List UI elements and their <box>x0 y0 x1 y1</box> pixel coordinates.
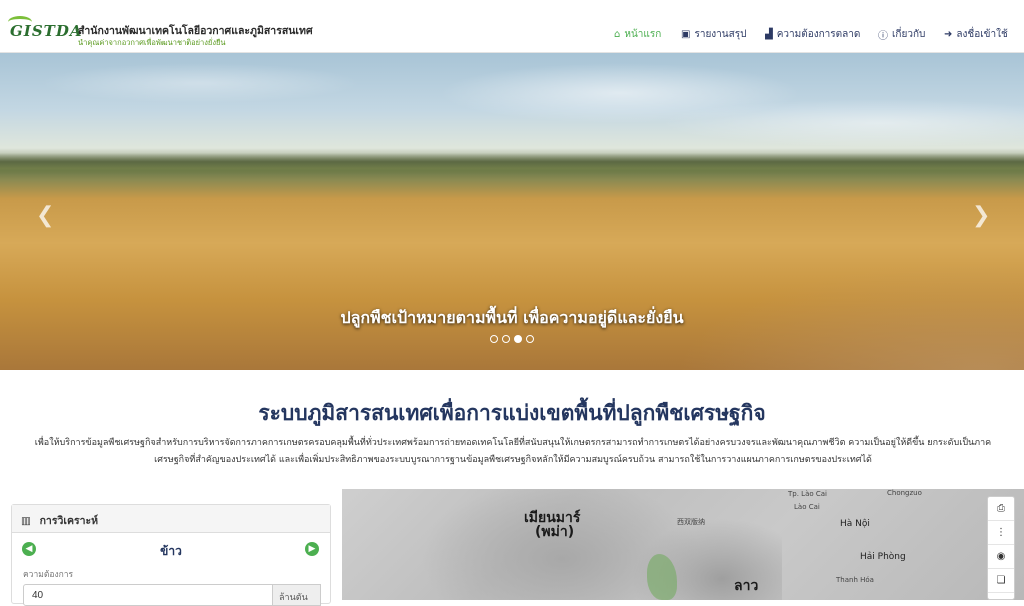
page-headline: ระบบภูมิสารสนเทศเพื่อการแบ่งเขตพื้นที่ปล… <box>258 401 766 425</box>
chevron-left-icon: ❮ <box>36 203 55 228</box>
map-label-burma: (พม่า) <box>535 524 575 540</box>
nav-home[interactable]: ⌂ หน้าแรก <box>614 27 661 41</box>
nav-sign-in-label: ลงชื่อเข้าใช้ <box>956 28 1008 40</box>
demand-unit: ล้านตัน <box>273 584 321 606</box>
info-icon: ⓘ <box>878 30 888 42</box>
sign-in-icon: ➜ <box>944 28 953 40</box>
carousel-dot-3[interactable] <box>514 335 522 343</box>
map-label-haiphong: Hải Phòng <box>860 552 906 562</box>
more-button[interactable]: ⋮ <box>988 521 1014 545</box>
home-icon: ⌂ <box>614 28 621 40</box>
carousel-prev-button[interactable]: ❮ <box>36 203 54 228</box>
hero-sky <box>0 53 1024 163</box>
bar-chart-icon: ▥ <box>21 515 31 527</box>
map-view[interactable]: เมียนมาร์ (พม่า) ลาว Hà Nội Hải Phòng Th… <box>342 489 1024 600</box>
visibility-button[interactable]: ◉ <box>988 545 1014 569</box>
crop-prev-button[interactable]: ◀ <box>22 542 36 556</box>
more-icon: ⋮ <box>996 527 1006 538</box>
map-land <box>382 489 782 600</box>
hero-dirt-road <box>560 203 1024 370</box>
nav-about-label: เกี่ยวกับ <box>892 28 926 40</box>
nav-market[interactable]: ▟ ความต้องการตลาด <box>765 27 860 41</box>
top-navbar: GISTDA สำนักงานพัฒนาเทคโนโลยีอวกาศและภูม… <box>0 0 1024 53</box>
crop-next-button[interactable]: ▶ <box>305 542 319 556</box>
page-description: เพื่อให้บริการข้อมูลพืชเศรษฐกิจสำหรับการ… <box>34 438 992 465</box>
gistda-logo[interactable]: GISTDA <box>8 16 82 40</box>
nav-report[interactable]: ▣ รายงานสรุป <box>681 27 746 41</box>
analysis-panel-header: ▥ การวิเคราะห์ <box>12 505 330 533</box>
map-label-xishuangbanna: 西双版纳 <box>677 518 705 526</box>
arrow-right-icon: ▶ <box>308 544 316 554</box>
nav-about[interactable]: ⓘ เกี่ยวกับ <box>878 27 926 42</box>
chart-icon: ▟ <box>765 28 773 40</box>
map-label-tp-laocai: Tp. Lào Cai <box>788 490 827 498</box>
carousel-dot-2[interactable] <box>502 335 510 343</box>
map-label-chongzuo: Chongzuo <box>887 489 922 497</box>
analysis-title: การวิเคราะห์ <box>39 515 99 527</box>
nav-home-label: หน้าแรก <box>624 28 662 40</box>
map-label-laocai: Lào Cai <box>794 503 820 511</box>
carousel-indicators <box>490 335 534 343</box>
eye-icon: ◉ <box>996 551 1006 562</box>
nav-report-label: รายงานสรุป <box>694 28 747 40</box>
map-toolbar: ⎙ ⋮ ◉ ❏ <box>987 496 1015 600</box>
report-icon: ▣ <box>681 28 691 40</box>
demand-label: ความต้องการ <box>23 570 74 580</box>
nav-market-label: ความต้องการตลาด <box>776 28 861 40</box>
logo-swoosh-icon <box>8 16 32 28</box>
map-label-laos: ลาว <box>734 578 759 594</box>
crop-selector: ข้าว ◀ ▶ <box>22 542 320 558</box>
hero-caption: ปลูกพืชเป้าหมายตามพื้นที่ เพื่อความอยู่ด… <box>340 308 684 327</box>
arrow-left-icon: ◀ <box>25 544 33 554</box>
analysis-panel: ▥ การวิเคราะห์ ข้าว ◀ ▶ ความต้องการ ล้าน… <box>11 504 331 606</box>
hero-treeline <box>0 153 1024 175</box>
hero-carousel: ❮ ❯ ปลูกพืชเป้าหมายตามพื้นที่ เพื่อความอ… <box>0 53 1024 370</box>
org-subtitle: นำคุณค่าจากอวกาศเพื่อพัฒนาชาติอย่างยั่งย… <box>78 38 226 47</box>
carousel-dot-4[interactable] <box>526 335 534 343</box>
carousel-dot-1[interactable] <box>490 335 498 343</box>
map-label-thanhhoa: Thanh Hóa <box>836 576 874 584</box>
print-icon: ⎙ <box>997 503 1005 514</box>
chevron-right-icon: ❯ <box>972 203 991 228</box>
carousel-next-button[interactable]: ❯ <box>972 203 990 228</box>
layers-button[interactable]: ❏ <box>988 569 1014 593</box>
map-label-hanoi: Hà Nội <box>840 519 870 529</box>
demand-input[interactable] <box>23 584 273 606</box>
nav-sign-in[interactable]: ➜ ลงชื่อเข้าใช้ <box>944 27 1008 41</box>
layers-icon: ❏ <box>996 575 1006 586</box>
crop-name: ข้าว <box>160 544 182 558</box>
print-button[interactable]: ⎙ <box>988 497 1014 521</box>
